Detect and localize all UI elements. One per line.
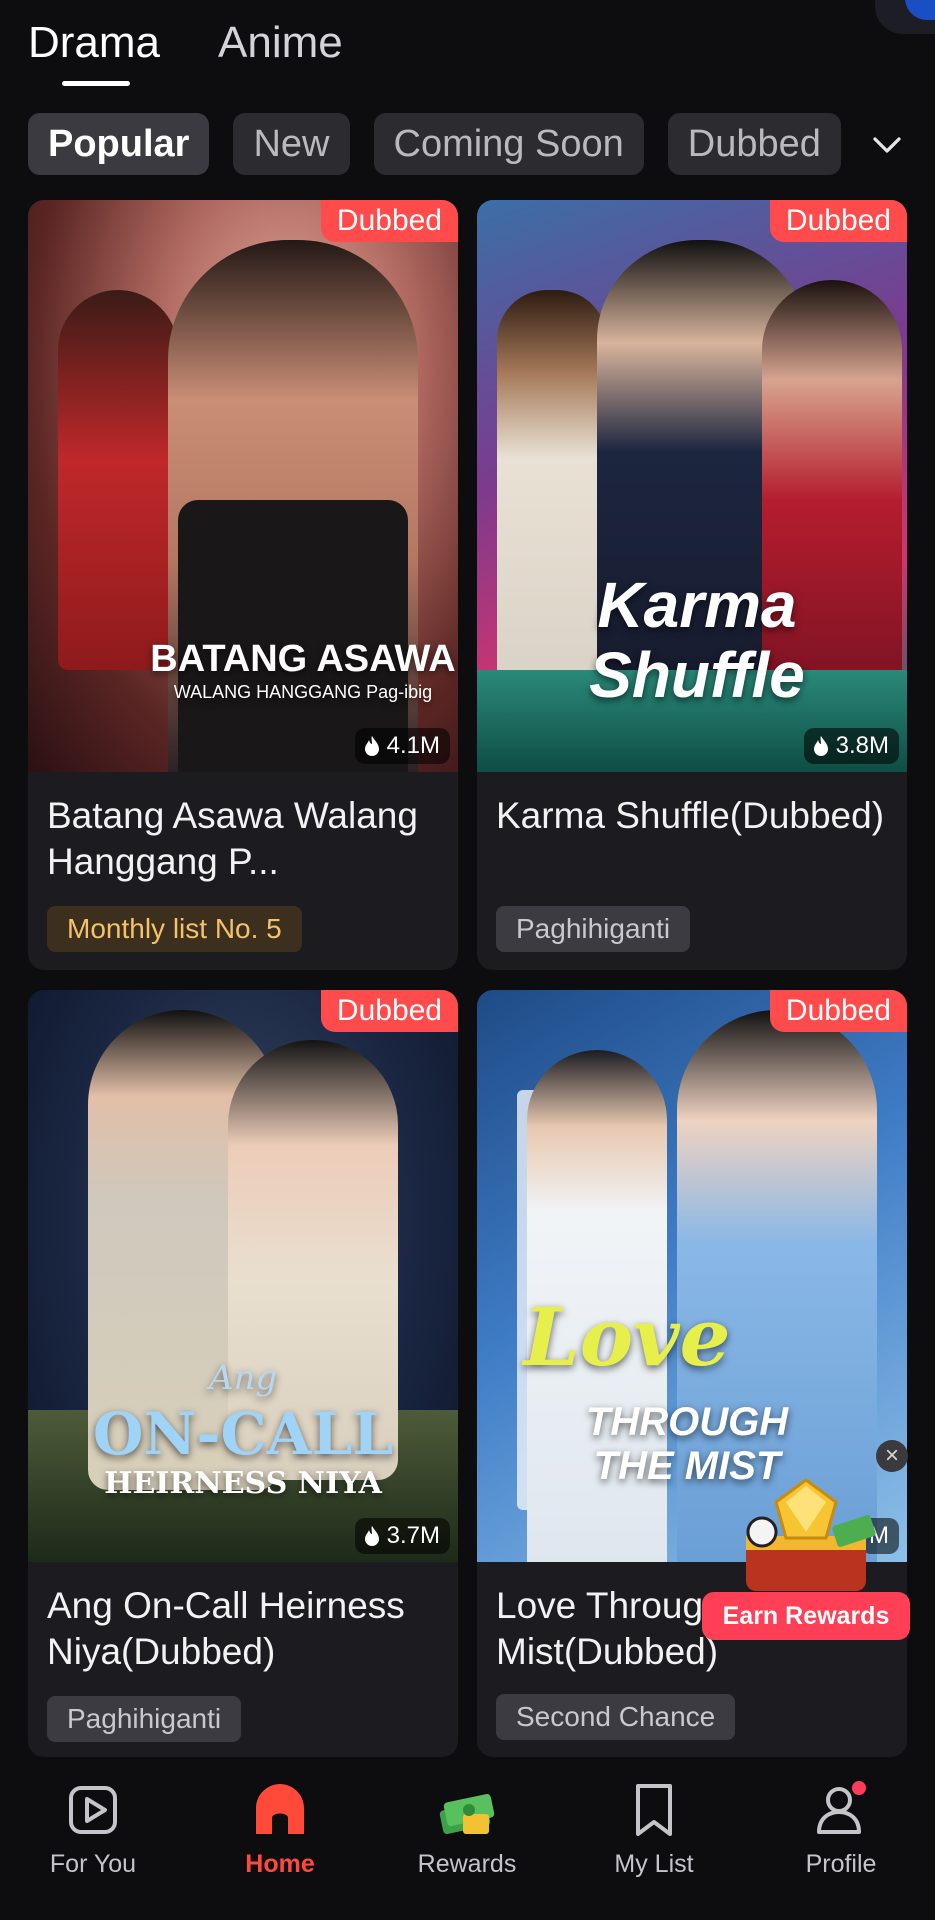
dubbed-badge: Dubbed (320, 200, 458, 242)
poster-image[interactable]: Ang ON-CALL HEIRNESS NIYA (28, 990, 458, 1562)
card-title[interactable]: Ang On-Call Heirness Niya(Dubbed) (47, 1583, 439, 1675)
reward-treasure-icon[interactable] (726, 1476, 886, 1596)
chevron-down-icon[interactable] (869, 127, 905, 163)
drama-card[interactable]: Karma Shuffle Dubbed 3.8M Karma Shuffle(… (477, 200, 907, 970)
poster-subtitle: THROUGH THE MIST (585, 1400, 789, 1488)
genre-tag[interactable]: Second Chance (496, 1694, 736, 1740)
genre-tag[interactable]: Paghihiganti (496, 906, 691, 952)
poster-subtitle: WALANG HANGGANG Pag-ibig (173, 682, 433, 702)
close-icon[interactable]: × (876, 1440, 908, 1472)
nav-my-list[interactable]: My List (579, 1778, 729, 1879)
filter-coming-soon[interactable]: Coming Soon (373, 113, 644, 175)
view-count-value: 4.1M (386, 732, 440, 759)
poster-subtitle: HEIRNESS NIYA (104, 1466, 382, 1501)
drama-card[interactable]: Love THROUGH THE MIST Dubbed M Love Thro… (477, 990, 907, 1757)
nav-label: For You (49, 1850, 137, 1878)
view-count: 3.7M (354, 1518, 450, 1554)
dubbed-badge: Dubbed (769, 200, 907, 242)
filter-popular[interactable]: Popular (28, 113, 210, 175)
drama-card[interactable]: Ang ON-CALL HEIRNESS NIYA Dubbed 3.7M An… (28, 990, 458, 1757)
money-stack-icon (439, 1794, 495, 1834)
ranking-tag[interactable]: Monthly list No. 5 (47, 906, 302, 952)
card-title[interactable]: Batang Asawa Walang Hanggang P... (47, 793, 439, 885)
poster-image[interactable]: Karma Shuffle (477, 200, 907, 772)
category-tabs: Drama Anime (28, 18, 343, 86)
nav-label: Home (245, 1850, 315, 1878)
filter-dubbed[interactable]: Dubbed (667, 113, 841, 175)
nav-profile[interactable]: Profile (766, 1778, 916, 1879)
bottom-nav: For You Home Rewards My List Profile (0, 1762, 935, 1920)
nav-for-you[interactable]: For You (18, 1778, 168, 1879)
home-icon (256, 1784, 304, 1834)
fire-icon (364, 1526, 379, 1546)
nav-home[interactable]: Home (205, 1778, 355, 1879)
nav-rewards[interactable]: Rewards (392, 1778, 542, 1879)
poster-title: ON-CALL (92, 1400, 394, 1468)
fire-icon (813, 736, 828, 756)
nav-label: Profile (805, 1850, 877, 1878)
nav-label: Rewards (417, 1850, 517, 1878)
dubbed-badge: Dubbed (769, 990, 907, 1032)
earn-rewards-button[interactable]: Earn Rewards (702, 1592, 910, 1640)
poster-title: Karma Shuffle (589, 569, 805, 711)
bookmark-icon (636, 1784, 672, 1836)
view-count: 4.1M (354, 728, 450, 764)
filter-chips: Popular New Coming Soon Dubbed (28, 113, 841, 175)
tab-anime[interactable]: Anime (218, 18, 343, 86)
poster-image[interactable]: BATANG ASAWA WALANG HANGGANG Pag-ibig (28, 200, 458, 772)
fire-icon (364, 736, 379, 756)
poster-pre-title: Ang (208, 1358, 278, 1398)
poster-title: BATANG ASAWA (150, 638, 456, 680)
nav-label: My List (614, 1850, 694, 1878)
view-count-value: 3.8M (835, 732, 889, 759)
user-icon (817, 1781, 866, 1834)
play-icon (69, 1786, 117, 1834)
genre-tag[interactable]: Paghihiganti (47, 1696, 242, 1742)
tab-drama[interactable]: Drama (28, 18, 160, 86)
poster-title: Love (523, 1290, 731, 1384)
filter-new[interactable]: New (233, 113, 350, 175)
drama-card[interactable]: BATANG ASAWA WALANG HANGGANG Pag-ibig Du… (28, 200, 458, 970)
corner-app-badge (875, 0, 935, 34)
view-count: 3.8M (803, 728, 899, 764)
card-title[interactable]: Karma Shuffle(Dubbed) (496, 793, 888, 839)
dubbed-badge: Dubbed (320, 990, 458, 1032)
view-count-value: 3.7M (386, 1522, 440, 1549)
